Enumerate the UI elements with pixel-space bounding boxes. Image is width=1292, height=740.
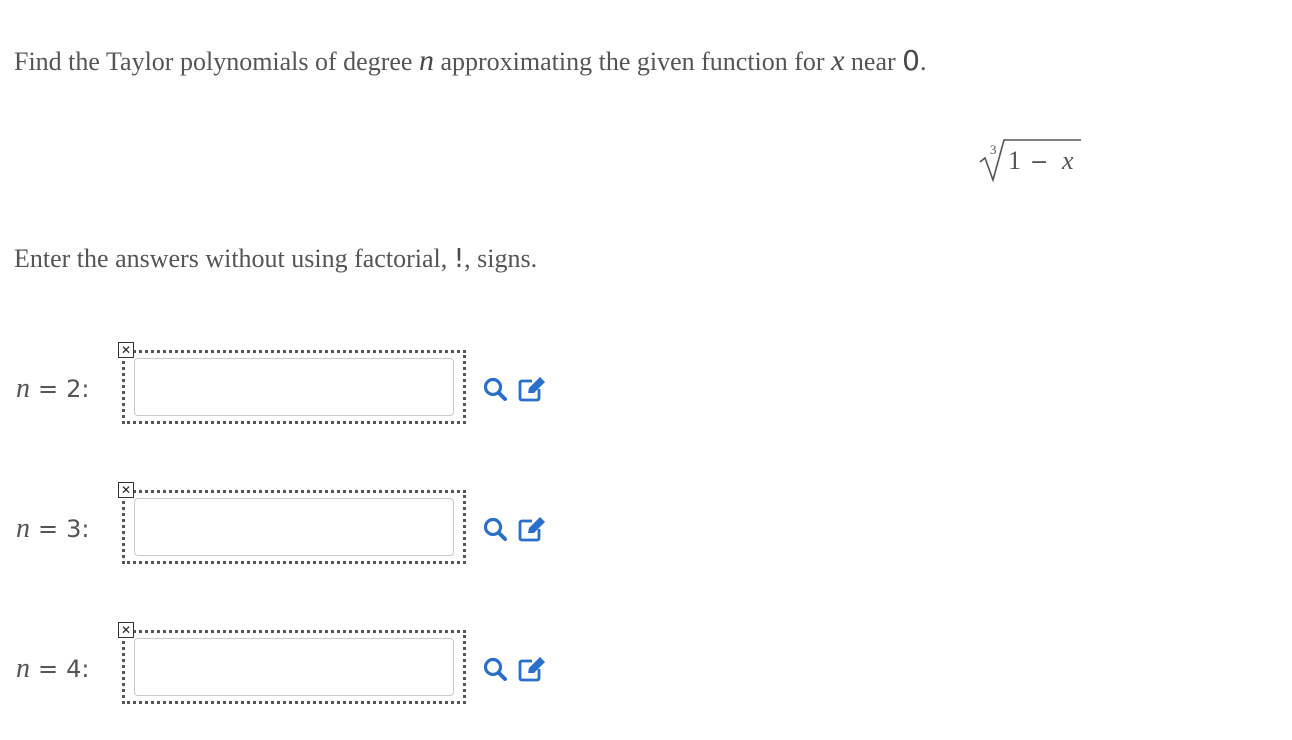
label-equals: = bbox=[38, 515, 59, 543]
magnifier-icon[interactable] bbox=[482, 656, 508, 682]
question-prompt: Find the Taylor polynomials of degree n … bbox=[14, 44, 927, 79]
label-degree: 2: bbox=[66, 375, 90, 403]
answer-input[interactable] bbox=[134, 498, 454, 556]
instruction-text: Enter the answers without using factoria… bbox=[14, 242, 537, 276]
answer-input[interactable] bbox=[134, 638, 454, 696]
close-icon[interactable]: ✕ bbox=[118, 622, 134, 638]
pencil-square-icon[interactable] bbox=[518, 516, 545, 542]
close-icon[interactable]: ✕ bbox=[118, 342, 134, 358]
x-variable: x bbox=[831, 44, 845, 77]
prompt-text-near: near bbox=[844, 47, 903, 76]
label-degree: 4: bbox=[66, 655, 90, 683]
answer-row-n4: n = 4: ✕ bbox=[0, 622, 600, 712]
formula-one: 1 bbox=[1008, 146, 1021, 175]
degree-variable: n bbox=[418, 44, 434, 77]
instruction-start: Enter the answers without using factoria… bbox=[14, 244, 454, 273]
answer-row-n2: n = 2: ✕ bbox=[0, 342, 600, 432]
pencil-square-icon[interactable] bbox=[518, 376, 545, 402]
label-degree: 3: bbox=[66, 515, 90, 543]
formula-minus: − bbox=[1030, 150, 1048, 175]
label-equals: = bbox=[38, 655, 59, 683]
answer-label: n = 2: bbox=[16, 372, 89, 406]
expansion-point: 0 bbox=[902, 44, 920, 77]
label-n: n bbox=[16, 513, 30, 544]
label-n: n bbox=[16, 653, 30, 684]
instruction-end: , signs. bbox=[464, 244, 538, 273]
label-n: n bbox=[16, 373, 30, 404]
magnifier-icon[interactable] bbox=[482, 376, 508, 402]
root-index: 3 bbox=[990, 142, 997, 157]
close-icon[interactable]: ✕ bbox=[118, 482, 134, 498]
pencil-square-icon[interactable] bbox=[518, 656, 545, 682]
formula-x: x bbox=[1061, 146, 1074, 175]
prompt-text-start: Find the Taylor polynomials of degree bbox=[14, 47, 419, 76]
prompt-period: . bbox=[920, 47, 927, 76]
factorial-symbol: ! bbox=[453, 244, 465, 274]
label-equals: = bbox=[38, 375, 59, 403]
answer-row-n3: n = 3: ✕ bbox=[0, 482, 600, 572]
answer-label: n = 4: bbox=[16, 652, 89, 686]
function-formula: 3 1 − x bbox=[978, 136, 1088, 186]
prompt-text-middle: approximating the given function for bbox=[433, 47, 832, 76]
answer-input[interactable] bbox=[134, 358, 454, 416]
magnifier-icon[interactable] bbox=[482, 516, 508, 542]
answer-label: n = 3: bbox=[16, 512, 89, 546]
